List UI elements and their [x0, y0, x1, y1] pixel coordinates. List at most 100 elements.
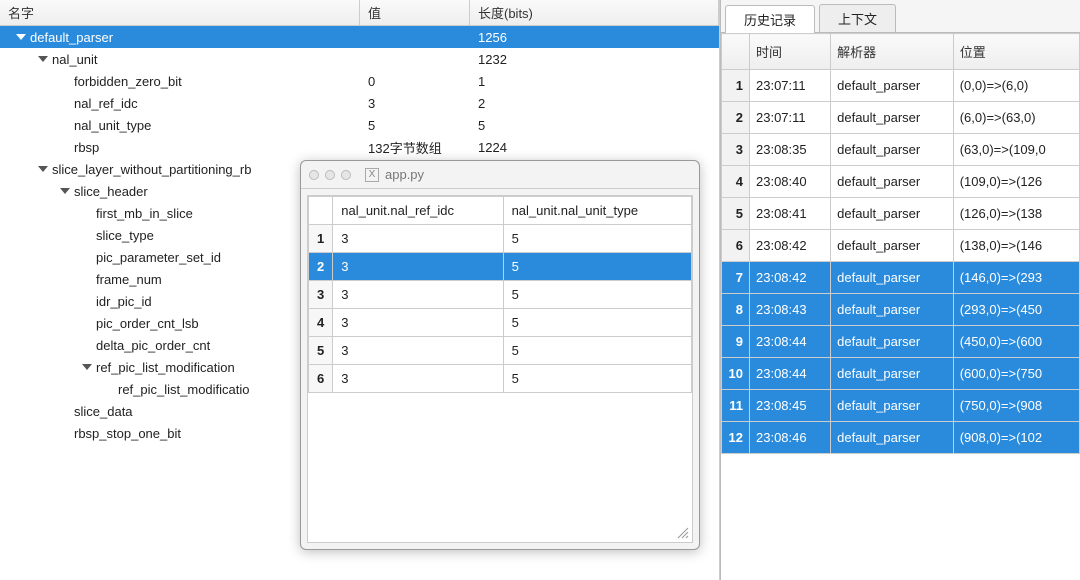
popup-titlebar[interactable]: X app.py	[301, 161, 699, 189]
popup-row-idx: 5	[309, 337, 333, 365]
history-row-pos: (750,0)=>(908	[953, 390, 1079, 422]
popup-header-type[interactable]: nal_unit.nal_unit_type	[503, 197, 691, 225]
traffic-min-icon[interactable]	[325, 170, 335, 180]
tree-row-name: frame_num	[96, 272, 162, 287]
chevron-down-icon[interactable]	[38, 166, 48, 172]
tree-header: 名字 值 长度(bits)	[0, 0, 719, 26]
history-row-parser: default_parser	[831, 422, 954, 454]
history-row[interactable]: 723:08:42default_parser(146,0)=>(293	[722, 262, 1080, 294]
history-header-pos[interactable]: 位置	[953, 34, 1079, 70]
popup-header-idx[interactable]	[309, 197, 333, 225]
history-row-idx: 5	[722, 198, 750, 230]
history-row-time: 23:08:45	[750, 390, 831, 422]
popup-row[interactable]: 635	[309, 365, 692, 393]
popup-row[interactable]: 235	[309, 253, 692, 281]
resize-handle-icon[interactable]	[676, 526, 690, 540]
history-row-time: 23:08:35	[750, 134, 831, 166]
history-row[interactable]: 823:08:43default_parser(293,0)=>(450	[722, 294, 1080, 326]
tree-row[interactable]: forbidden_zero_bit01	[0, 70, 719, 92]
tabs: 历史记录 上下文	[721, 0, 1080, 33]
chevron-down-icon[interactable]	[82, 364, 92, 370]
tree-row-name: rbsp	[74, 140, 99, 155]
tree-row[interactable]: nal_ref_idc32	[0, 92, 719, 114]
history-row[interactable]: 923:08:44default_parser(450,0)=>(600	[722, 326, 1080, 358]
history-row-idx: 2	[722, 102, 750, 134]
tree-row-name: nal_unit_type	[74, 118, 151, 133]
history-row[interactable]: 123:07:11default_parser(0,0)=>(6,0)	[722, 70, 1080, 102]
popup-row[interactable]: 135	[309, 225, 692, 253]
history-row-pos: (63,0)=>(109,0	[953, 134, 1079, 166]
history-row-time: 23:08:42	[750, 262, 831, 294]
history-row-pos: (293,0)=>(450	[953, 294, 1079, 326]
history-row-idx: 8	[722, 294, 750, 326]
popup-row[interactable]: 435	[309, 309, 692, 337]
history-row-time: 23:08:44	[750, 358, 831, 390]
tree-header-name[interactable]: 名字	[0, 0, 360, 25]
history-row[interactable]: 523:08:41default_parser(126,0)=>(138	[722, 198, 1080, 230]
tree-row-name: default_parser	[30, 30, 113, 45]
popup-row-idc: 3	[333, 225, 503, 253]
tree-row-length: 5	[470, 116, 719, 135]
tree-row-length: 2	[470, 94, 719, 113]
tree-row-name: ref_pic_list_modificatio	[118, 382, 250, 397]
popup-row-type: 5	[503, 281, 691, 309]
history-row[interactable]: 1023:08:44default_parser(600,0)=>(750	[722, 358, 1080, 390]
popup-header-idc[interactable]: nal_unit.nal_ref_idc	[333, 197, 503, 225]
history-row-time: 23:08:43	[750, 294, 831, 326]
history-row-pos: (0,0)=>(6,0)	[953, 70, 1079, 102]
history-row-pos: (908,0)=>(102	[953, 422, 1079, 454]
tree-row-name: idr_pic_id	[96, 294, 152, 309]
history-row-parser: default_parser	[831, 294, 954, 326]
popup-window[interactable]: X app.py nal_unit.nal_ref_idc nal_unit.n…	[300, 160, 700, 550]
history-wrap: 时间 解析器 位置 123:07:11default_parser(0,0)=>…	[721, 33, 1080, 580]
tree-row-name: slice_layer_without_partitioning_rb	[52, 162, 251, 177]
history-row-pos: (126,0)=>(138	[953, 198, 1079, 230]
tree-header-value[interactable]: 值	[360, 0, 470, 25]
tree-row[interactable]: rbsp132字节数组1224	[0, 136, 719, 158]
history-header-idx[interactable]	[722, 34, 750, 70]
chevron-down-icon[interactable]	[16, 34, 26, 40]
history-row[interactable]: 1123:08:45default_parser(750,0)=>(908	[722, 390, 1080, 422]
history-row[interactable]: 323:08:35default_parser(63,0)=>(109,0	[722, 134, 1080, 166]
history-header-time[interactable]: 时间	[750, 34, 831, 70]
popup-row-type: 5	[503, 337, 691, 365]
history-row-parser: default_parser	[831, 166, 954, 198]
history-row-idx: 11	[722, 390, 750, 422]
history-row[interactable]: 623:08:42default_parser(138,0)=>(146	[722, 230, 1080, 262]
tree-row-name: forbidden_zero_bit	[74, 74, 182, 89]
traffic-close-icon[interactable]	[309, 170, 319, 180]
right-panel: 历史记录 上下文 时间 解析器 位置 123:07:11default_pars…	[720, 0, 1080, 580]
tree-row[interactable]: nal_unit_type55	[0, 114, 719, 136]
history-row-pos: (600,0)=>(750	[953, 358, 1079, 390]
tab-context[interactable]: 上下文	[819, 4, 896, 32]
chevron-down-icon[interactable]	[38, 56, 48, 62]
traffic-max-icon[interactable]	[341, 170, 351, 180]
popup-row-idc: 3	[333, 337, 503, 365]
popup-row[interactable]: 535	[309, 337, 692, 365]
history-row[interactable]: 1223:08:46default_parser(908,0)=>(102	[722, 422, 1080, 454]
popup-row[interactable]: 335	[309, 281, 692, 309]
history-row-idx: 3	[722, 134, 750, 166]
history-row-time: 23:08:41	[750, 198, 831, 230]
history-row-time: 23:08:44	[750, 326, 831, 358]
history-row-parser: default_parser	[831, 70, 954, 102]
popup-title: app.py	[385, 167, 424, 182]
history-row[interactable]: 423:08:40default_parser(109,0)=>(126	[722, 166, 1080, 198]
tree-row-name: first_mb_in_slice	[96, 206, 193, 221]
tree-row[interactable]: default_parser1256	[0, 26, 719, 48]
tab-history[interactable]: 历史记录	[725, 5, 815, 33]
popup-row-type: 5	[503, 365, 691, 393]
history-row-idx: 10	[722, 358, 750, 390]
tree-header-length[interactable]: 长度(bits)	[470, 0, 719, 25]
tree-row-name: ref_pic_list_modification	[96, 360, 235, 375]
tree-row-length: 1232	[470, 50, 719, 69]
tree-row[interactable]: nal_unit1232	[0, 48, 719, 70]
chevron-down-icon[interactable]	[60, 188, 70, 194]
popup-row-idc: 3	[333, 253, 503, 281]
tree-row-name: pic_order_cnt_lsb	[96, 316, 199, 331]
history-header-parser[interactable]: 解析器	[831, 34, 954, 70]
history-row-parser: default_parser	[831, 326, 954, 358]
popup-row-idx: 3	[309, 281, 333, 309]
history-row[interactable]: 223:07:11default_parser(6,0)=>(63,0)	[722, 102, 1080, 134]
history-row-parser: default_parser	[831, 390, 954, 422]
